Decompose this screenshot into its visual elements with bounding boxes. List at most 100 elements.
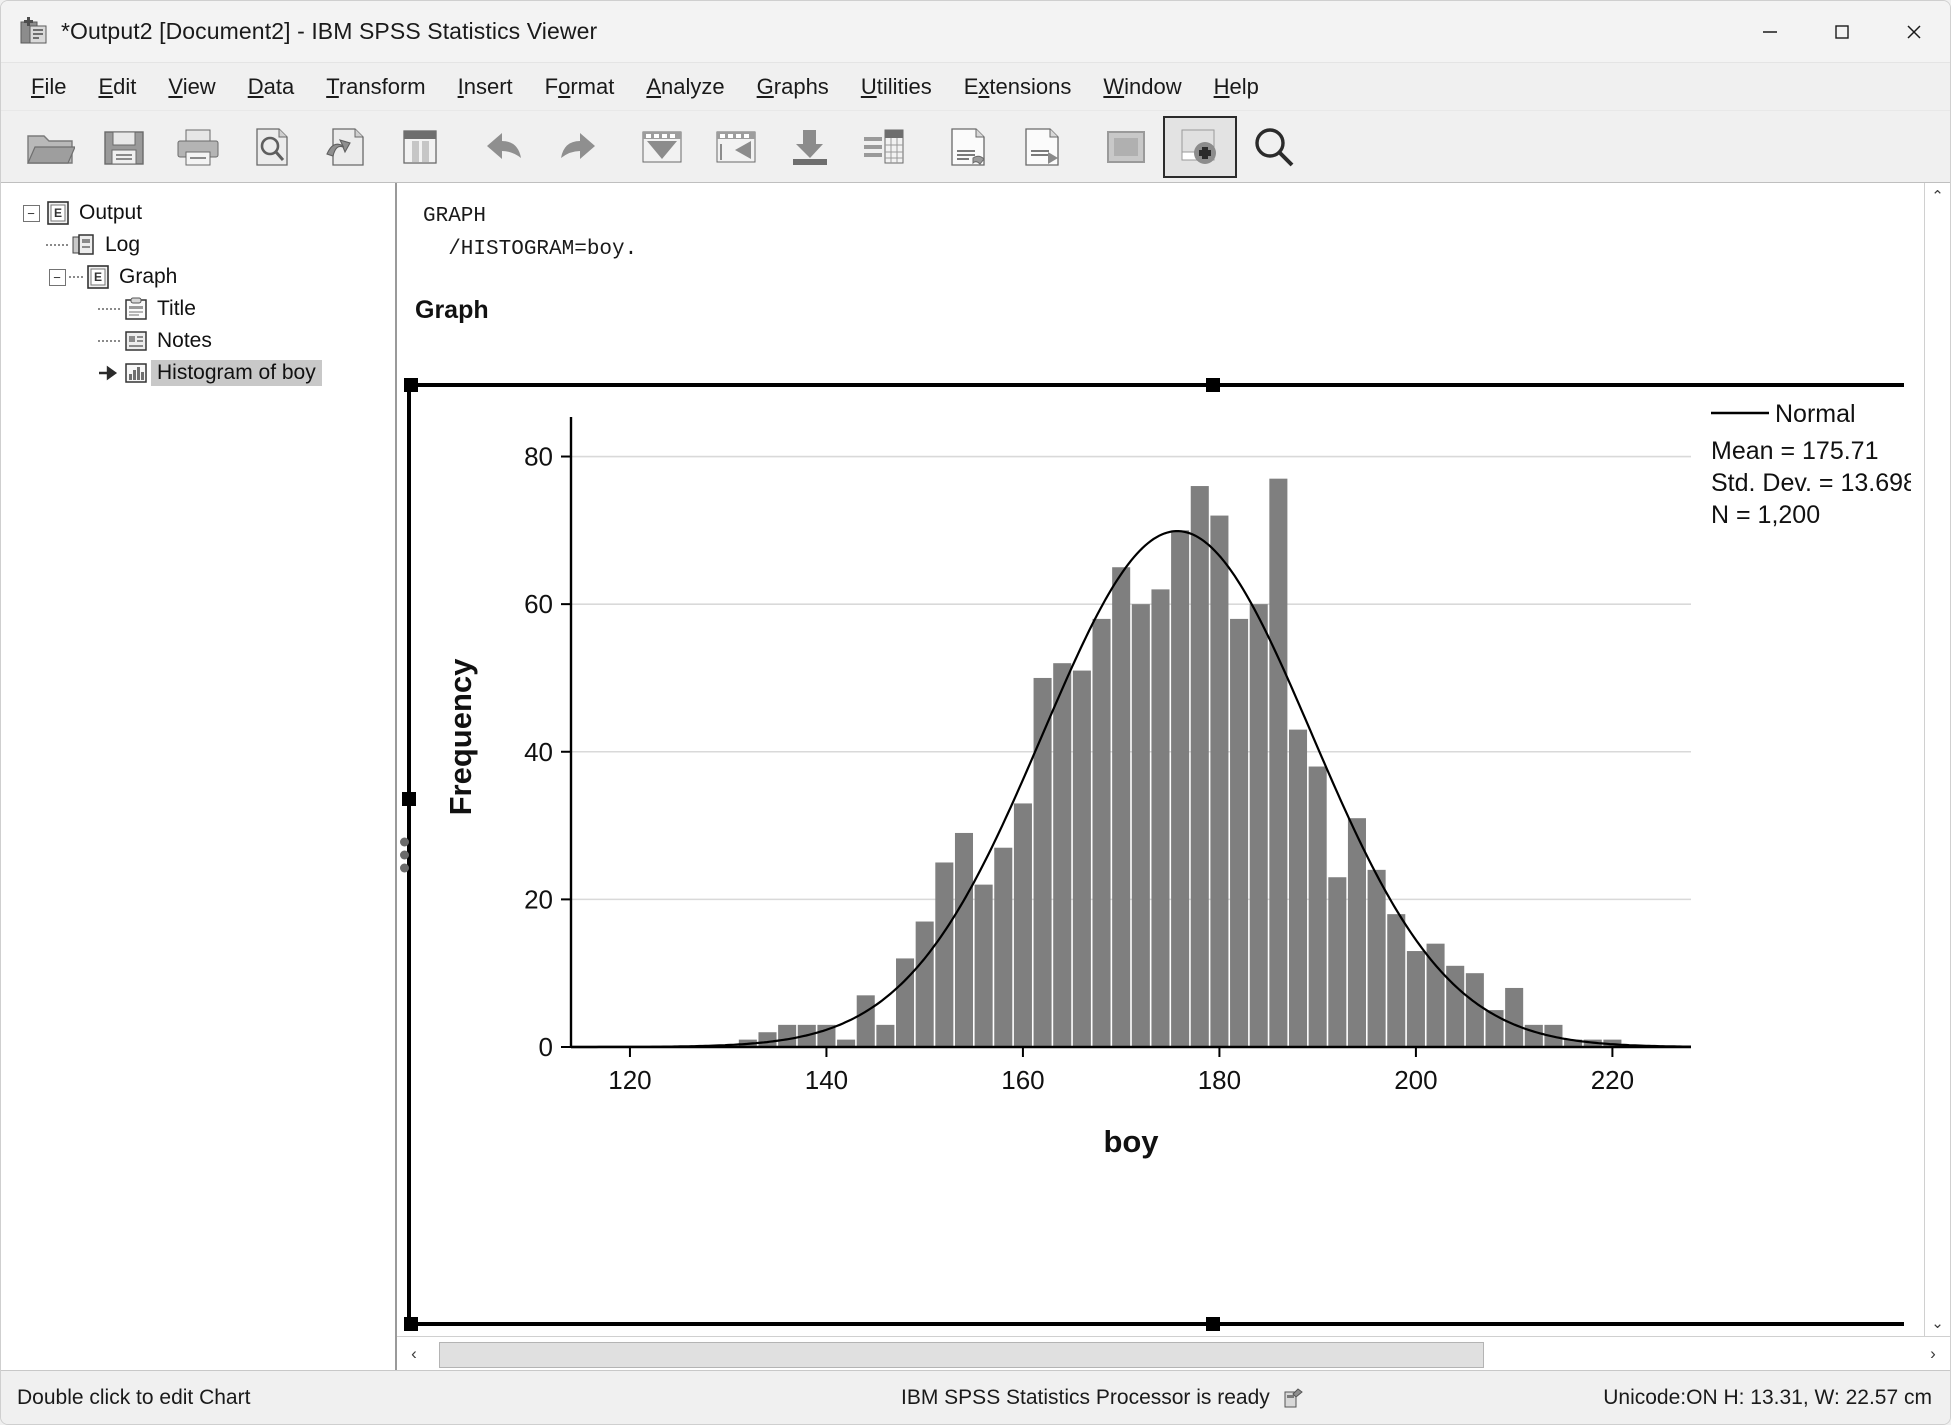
menu-analyze[interactable]: Analyze [630,70,740,104]
output-toggle[interactable]: − [19,204,43,222]
menu-data[interactable]: Data [232,70,310,104]
menu-transform[interactable]: Transform [310,70,441,104]
outline-node-log[interactable]: Log [19,229,395,261]
syntax-line-2: /HISTOGRAM=boy. [423,237,638,261]
goto-data-icon[interactable] [383,116,457,178]
status-processor: IBM SPSS Statistics Processor is ready [901,1385,1306,1411]
processor-ready-icon [1280,1385,1306,1411]
y-tick-label: 60 [524,589,553,619]
collapse-icon[interactable]: − [22,204,40,222]
menu-utilities[interactable]: Utilities [845,70,948,104]
redo-icon[interactable] [541,116,615,178]
maximize-button[interactable] [1806,1,1878,62]
histogram-bar [896,958,915,1047]
histogram-bar [1387,914,1406,1047]
histogram-chart[interactable]: 0 20 40 60 80 120 140 160 180 200 220 boy Frequency N… [411,387,1911,1322]
menu-format[interactable]: Format [529,70,631,104]
output-icon: E [43,200,73,226]
open-file-icon[interactable] [13,116,87,178]
show-syntax-icon[interactable] [931,116,1005,178]
menu-extensions[interactable]: Extensions [948,70,1088,104]
outline-pane[interactable]: − E Output Log − E Graph Title Notes His… [1,183,397,1370]
histogram-bar [1131,604,1150,1047]
insert-table-icon[interactable] [847,116,921,178]
main-area: − E Output Log − E Graph Title Notes His… [1,183,1950,1370]
y-tick-label: 0 [539,1032,553,1062]
outline-node-label: Graph [119,265,178,288]
histogram-bar [1053,663,1072,1047]
chart-drag-grip[interactable] [400,833,409,876]
outline-node-title[interactable]: Title [19,293,395,325]
scroll-left-button[interactable]: ‹ [397,1337,431,1371]
menu-file[interactable]: File [15,70,82,104]
outline-node-label: Histogram of boy [151,360,322,386]
status-processor-text: IBM SPSS Statistics Processor is ready [901,1385,1270,1409]
horizontal-scrollbar[interactable]: ‹ › [397,1336,1950,1370]
horizontal-scroll-thumb[interactable] [439,1341,1484,1368]
status-right-text: Unicode:ON H: 13.31, W: 22.57 cm [1603,1385,1932,1409]
outline-node-graph[interactable]: − E Graph [19,261,395,293]
search-icon[interactable] [1237,116,1311,178]
goto-next-icon[interactable] [699,116,773,178]
vertical-scrollbar[interactable]: ⌃ ⌄ [1924,183,1950,1336]
export-icon[interactable] [773,116,847,178]
menu-insert[interactable]: Insert [442,70,529,104]
vertical-scroll-track[interactable] [1925,209,1950,1310]
menu-graphs[interactable]: Graphs [741,70,845,104]
scroll-up-button[interactable]: ⌃ [1925,183,1951,209]
print-preview-icon[interactable] [235,116,309,178]
chart-annotation: N = 1,200 [1711,501,1820,529]
collapse-icon[interactable]: − [48,268,66,286]
histogram-bar [1288,729,1308,1047]
normal-curve [571,530,1691,1049]
chart-annotation: Std. Dev. = 13.698 [1711,469,1911,497]
graph-heading: Graph [415,296,489,325]
histogram-bar [954,832,974,1047]
minimize-button[interactable] [1734,1,1806,62]
zoom-in-icon[interactable] [1163,115,1237,178]
menu-view[interactable]: View [152,70,231,104]
run-syntax-icon[interactable] [1005,116,1079,178]
histogram-bar [758,1032,777,1047]
scroll-down-button[interactable]: ⌄ [1925,1310,1951,1336]
print-icon[interactable] [161,116,235,178]
histogram-bar [1524,1024,1543,1047]
horizontal-scroll-track[interactable] [431,1341,1916,1368]
select-rectangle-icon[interactable] [1089,116,1163,178]
histogram-bar [856,995,875,1047]
histogram-svg: 0 20 40 60 80 120 140 160 180 200 220 boy Frequency N… [443,400,1911,1159]
scroll-right-button[interactable]: › [1916,1337,1950,1371]
outline-node-notes[interactable]: Notes [19,325,395,357]
outline-node-output[interactable]: − E Output [19,197,395,229]
goto-previous-icon[interactable] [625,116,699,178]
menu-help[interactable]: Help [1198,70,1275,104]
status-bar: Double click to edit Chart IBM SPSS Stat… [1,1370,1950,1424]
histogram-bar [1269,478,1288,1048]
save-icon[interactable] [87,116,161,178]
histogram-bar [1328,877,1347,1047]
output-document[interactable]: GRAPH /HISTOGRAM=boy. Graph 02040608 [397,183,1924,1336]
graph-toggle[interactable]: − [45,268,69,286]
svg-text:E: E [54,206,62,220]
histogram-bar [935,862,954,1047]
histogram-bar [1465,973,1484,1047]
menu-edit[interactable]: Edit [82,70,152,104]
outline-node-histogram-of-boy[interactable]: Histogram of boy [19,357,395,389]
chart-annotation: Mean = 175.71 [1711,437,1879,465]
recall-dialogs-icon[interactable] [309,116,383,178]
current-item-arrow-icon [97,363,121,383]
chart-object-selection[interactable]: 0 20 40 60 80 120 140 160 180 200 220 boy Frequency N… [400,378,1911,1331]
menu-window[interactable]: Window [1087,70,1197,104]
close-button[interactable] [1878,1,1950,62]
y-axis-title: Frequency [443,658,478,816]
histogram-bar [1151,589,1170,1047]
undo-icon[interactable] [467,116,541,178]
y-tick-label: 80 [524,442,553,472]
histogram-bar [994,847,1013,1047]
title-bar: *Output2 [Document2] - IBM SPSS Statisti… [1,1,1950,63]
x-tick-label: 160 [1001,1065,1044,1095]
y-tick-label: 20 [524,884,553,914]
histogram-bar [1446,965,1465,1047]
menu-bar: File Edit View Data Transform Insert For… [1,63,1950,111]
histogram-bar [1190,486,1209,1047]
